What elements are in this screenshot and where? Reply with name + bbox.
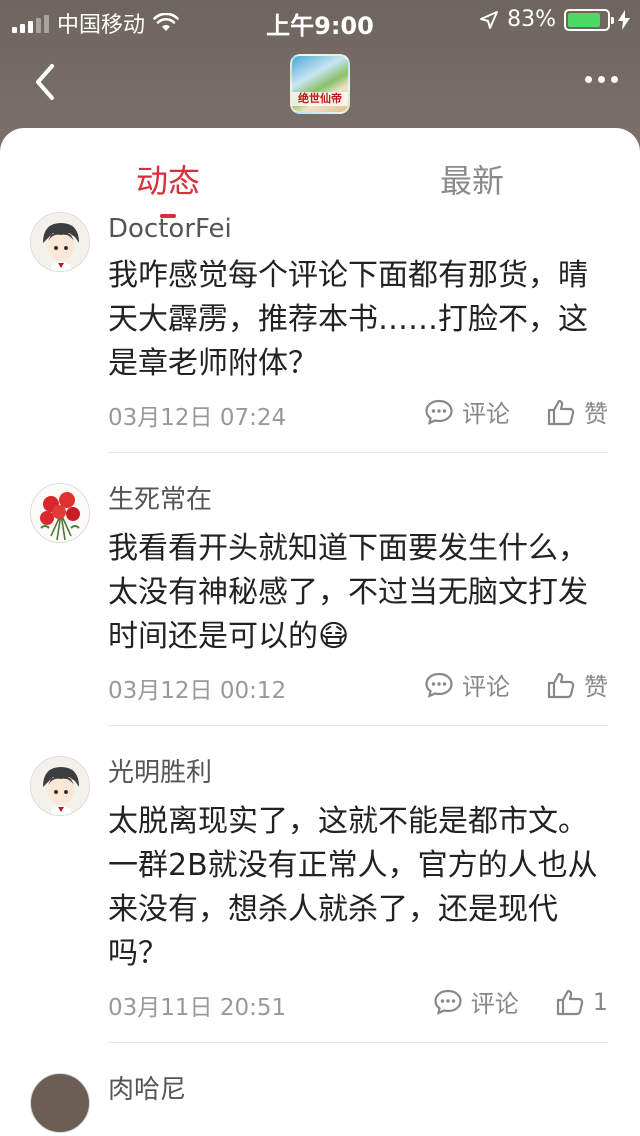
comment-reply-button[interactable]: 评论 — [424, 667, 510, 702]
comment-reply-label: 评论 — [470, 990, 519, 1018]
like-label: 赞 — [584, 400, 608, 428]
more-options-button[interactable] — [585, 76, 618, 83]
avatar[interactable] — [30, 483, 90, 543]
like-button[interactable]: 赞 — [546, 667, 608, 702]
comment-username[interactable]: DoctorFei — [108, 212, 608, 246]
comment-item: 肉哈尼 — [30, 1043, 608, 1133]
comment-meta: 03月12日 07:24 评论 赞 — [108, 386, 608, 452]
comment-item: 生死常在 我看看开头就知道下面要发生什么，太没有神秘感了，不过当无脑文打发时间还… — [30, 453, 608, 726]
thumbs-up-icon — [547, 399, 575, 425]
nav-bar: 绝世仙帝 — [0, 40, 640, 128]
charging-bolt-icon — [618, 9, 630, 30]
back-button[interactable] — [24, 60, 68, 104]
speech-bubble-icon — [425, 672, 453, 698]
location-arrow-icon — [480, 10, 499, 29]
like-button[interactable]: 1 — [555, 988, 608, 1016]
battery-fill — [568, 12, 600, 27]
comment-username[interactable]: 生死常在 — [108, 483, 608, 517]
avatar[interactable] — [30, 756, 90, 816]
avatar[interactable] — [30, 1073, 90, 1133]
comment-reply-label: 评论 — [462, 673, 510, 701]
battery-percent: 83% — [507, 7, 556, 32]
comment-item: 光明胜利 太脱离现实了，这就不能是都市文。一群2B就没有正常人，官方的人也从来没… — [30, 726, 608, 1043]
comment-actions: 评论 赞 — [424, 394, 608, 429]
comment-username[interactable]: 光明胜利 — [108, 756, 608, 790]
comment-date: 03月12日 00:12 — [108, 678, 287, 704]
tab-dynamic[interactable]: 动态 — [136, 156, 200, 202]
comment-actions: 评论 赞 — [424, 667, 608, 702]
like-button[interactable]: 赞 — [546, 394, 608, 429]
book-cover[interactable]: 绝世仙帝 — [290, 54, 350, 114]
tab-bar: 动态 最新 — [0, 128, 640, 218]
comments-sheet: 动态 最新 DoctorFei 我咋感觉每个评论下面都有那货，晴天大霹雳，推荐本… — [0, 128, 640, 1136]
book-cover-title: 绝世仙帝 — [292, 92, 348, 106]
comment-content: 我看看开头就知道下面要发生什么，太没有神秘感了，不过当无脑文打发时间还是可以的😷 — [108, 531, 588, 654]
chevron-left-icon — [36, 64, 54, 100]
thumbs-up-icon — [547, 672, 575, 698]
more-dot-icon — [598, 76, 605, 83]
comment-actions: 评论 1 — [433, 984, 608, 1019]
comment-meta: 03月12日 00:12 评论 赞 — [108, 659, 608, 725]
more-dot-icon — [585, 76, 592, 83]
comment-date: 03月12日 07:24 — [108, 405, 287, 431]
tab-latest[interactable]: 最新 — [440, 156, 504, 202]
comment-reply-label: 评论 — [462, 400, 510, 428]
comment-username[interactable]: 肉哈尼 — [108, 1073, 608, 1107]
like-count: 1 — [592, 987, 608, 1016]
comment-item: DoctorFei 我咋感觉每个评论下面都有那货，晴天大霹雳，推荐本书……打脸不… — [30, 212, 608, 453]
status-right: 83% — [479, 7, 630, 32]
like-label: 赞 — [584, 673, 608, 701]
battery-icon — [564, 8, 614, 31]
more-dot-icon — [611, 76, 618, 83]
comment-reply-button[interactable]: 评论 — [424, 394, 510, 429]
speech-bubble-icon — [434, 989, 462, 1015]
speech-bubble-icon — [425, 399, 453, 425]
comment-reply-button[interactable]: 评论 — [433, 984, 519, 1019]
comment-list[interactable]: DoctorFei 我咋感觉每个评论下面都有那货，晴天大霹雳，推荐本书……打脸不… — [0, 212, 640, 1133]
comment-date: 03月11日 20:51 — [108, 995, 287, 1021]
comment-content: 太脱离现实了，这就不能是都市文。一群2B就没有正常人，官方的人也从来没有，想杀人… — [108, 804, 598, 971]
comment-meta: 03月11日 20:51 评论 1 — [108, 976, 608, 1042]
avatar[interactable] — [30, 212, 90, 272]
comment-content: 我咋感觉每个评论下面都有那货，晴天大霹雳，推荐本书……打脸不，这是章老师附体？ — [108, 258, 588, 381]
thumbs-up-icon — [556, 989, 583, 1015]
status-bar: 中国移动 上午9:00 83% — [0, 0, 640, 40]
